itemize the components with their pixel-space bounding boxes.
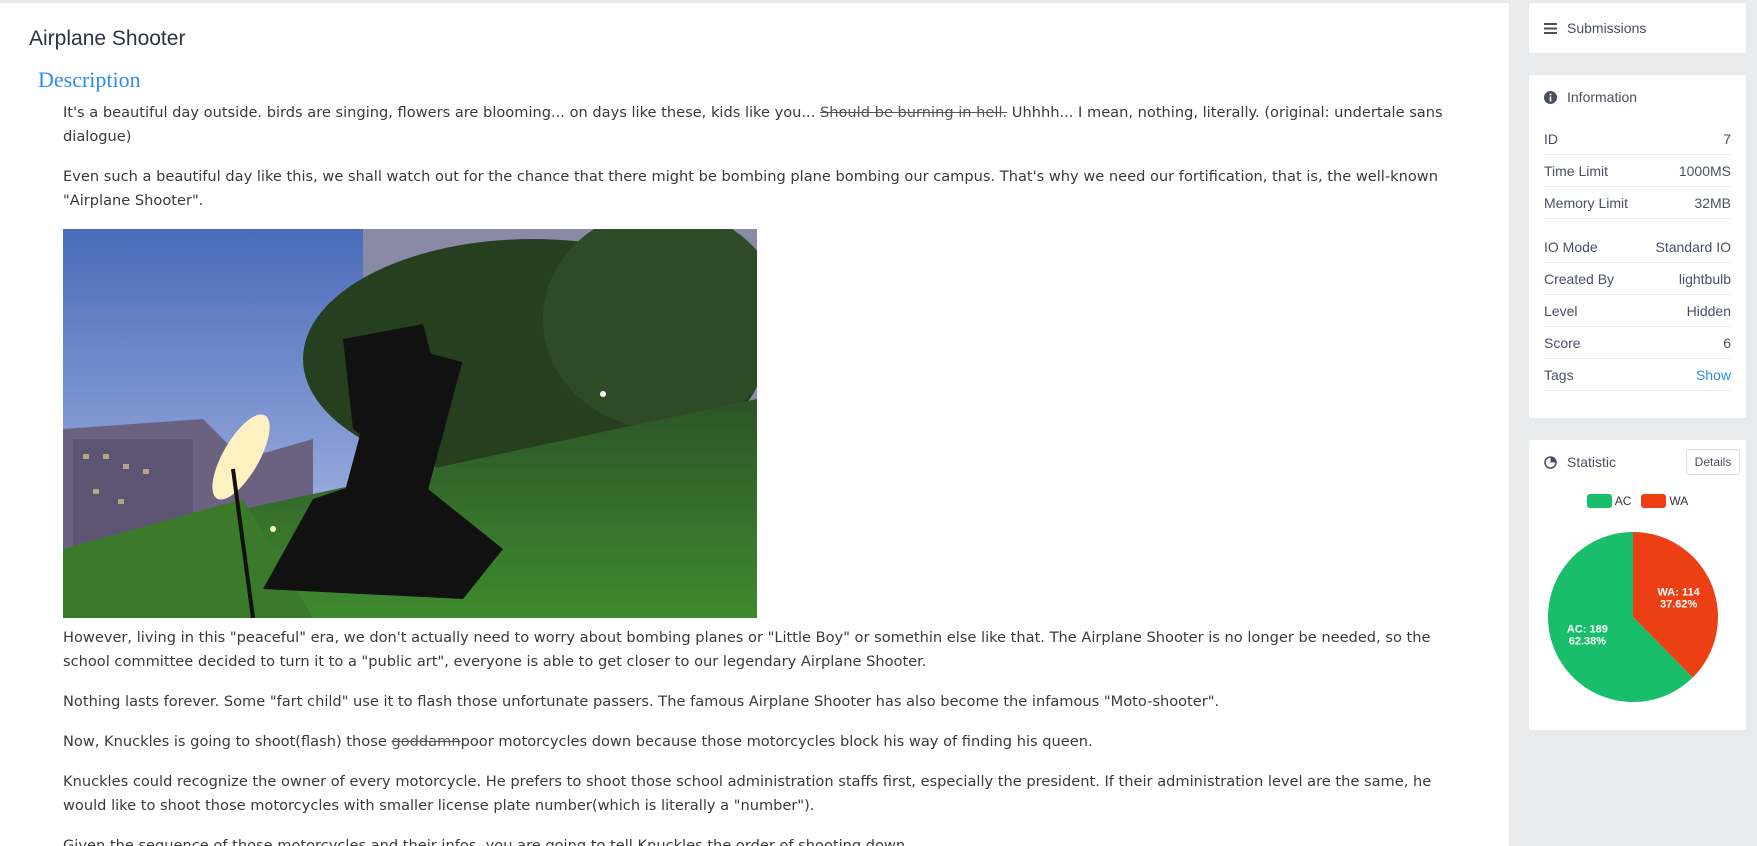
statistic-card: Statistic Details AC WA WA: 114 37.62% AC:… [1529, 440, 1746, 730]
legend-swatch-ac [1586, 494, 1612, 508]
pie-label-wa-count: WA: 114 [1658, 586, 1701, 598]
paragraph: Given the sequence of those motorcycles … [63, 837, 910, 846]
info-row-memory-limit: Memory Limit 32MB [1544, 187, 1731, 219]
info-row-tags: Tags Show [1544, 359, 1731, 391]
info-row-score: Score 6 [1544, 327, 1731, 359]
problem-panel: Airplane Shooter Description It's a beau… [0, 3, 1509, 846]
problem-description: It's a beautiful day outside. birds are … [63, 101, 1453, 846]
info-icon [1544, 90, 1557, 104]
information-label: Information [1567, 89, 1638, 105]
info-row-time-limit: Time Limit 1000MS [1544, 155, 1731, 187]
info-row-level: Level Hidden [1544, 295, 1731, 327]
tags-show-link[interactable]: Show [1696, 367, 1731, 383]
paragraph: Nothing lasts forever. Some "fart child"… [63, 693, 1220, 710]
chart-legend[interactable]: AC WA [1529, 494, 1746, 508]
legend-swatch-wa [1641, 494, 1667, 508]
pie-chart-icon [1544, 455, 1557, 469]
description-heading: Description [38, 67, 141, 92]
statistic-header: Statistic [1544, 440, 1616, 484]
info-row-id: ID 7 [1544, 123, 1731, 155]
pie-label-ac-percent: 62.38% [1569, 636, 1607, 648]
paragraph: It's a beautiful day outside. birds are … [63, 104, 1443, 145]
info-row-created-by: Created By lightbulb [1544, 263, 1731, 295]
problem-title: Airplane Shooter [29, 27, 186, 50]
info-list: ID 7 Time Limit 1000MS Memory Limit 32MB IO… [1544, 123, 1731, 391]
submissions-label: Submissions [1567, 20, 1647, 36]
submissions-button[interactable]: Submissions [1544, 3, 1646, 53]
pie-label-ac-count: AC: 189 [1567, 624, 1608, 636]
legend-item-wa[interactable]: WA [1641, 494, 1688, 508]
menu-icon [1544, 22, 1557, 34]
info-row-io-mode: IO Mode Standard IO [1544, 231, 1731, 263]
details-button[interactable]: Details [1686, 449, 1740, 475]
legend-item-ac[interactable]: AC [1586, 494, 1631, 508]
paragraph: Even such a beautiful day like this, we … [63, 168, 1438, 209]
information-card: Information ID 7 Time Limit 1000MS Memory … [1529, 75, 1746, 418]
information-header: Information [1544, 75, 1637, 119]
pie-chart[interactable]: WA: 11437.62% AC: 18962.38% [1547, 531, 1719, 703]
submissions-card[interactable]: Submissions [1529, 3, 1746, 53]
pie-label-wa-percent: 37.62% [1660, 598, 1698, 610]
paragraph: Now, Knuckles is going to shoot(flash) t… [63, 733, 1093, 750]
paragraph: However, living in this "peaceful" era, … [63, 629, 1431, 670]
paragraph: Knuckles could recognize the owner of ev… [63, 773, 1432, 814]
statistic-label: Statistic [1567, 454, 1617, 470]
airplane-shooter-photo [63, 229, 757, 618]
